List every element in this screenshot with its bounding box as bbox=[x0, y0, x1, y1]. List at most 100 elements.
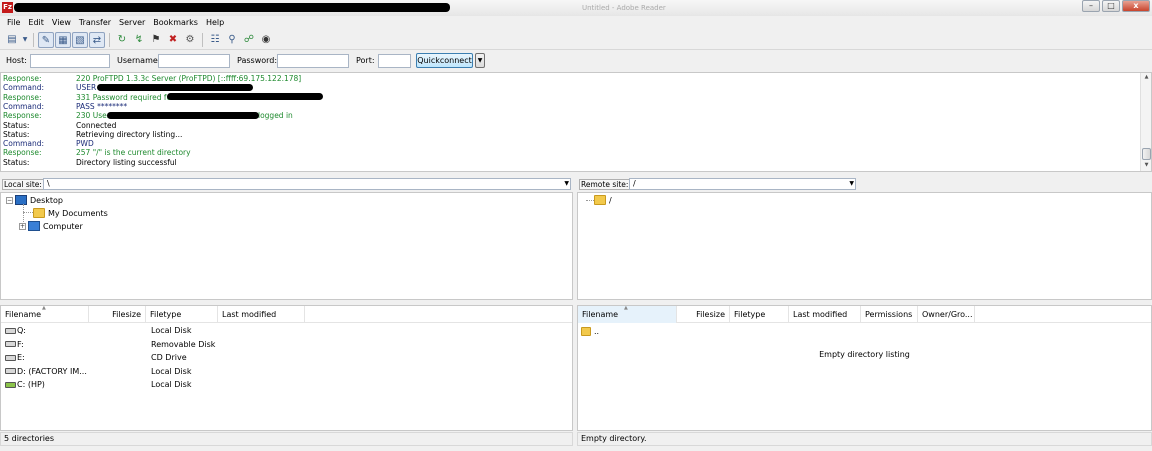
host-label: Host: bbox=[6, 56, 27, 65]
local-site-bar: Local site: \ ▼ bbox=[0, 176, 573, 192]
menu-transfer[interactable]: Transfer bbox=[75, 16, 115, 30]
tree-node-label: Computer bbox=[43, 221, 83, 231]
column-owner-group[interactable]: Owner/Gro... bbox=[918, 306, 975, 323]
collapse-icon[interactable]: − bbox=[6, 196, 13, 204]
remote-path-select[interactable]: / ▼ bbox=[629, 178, 856, 190]
remote-status-bar: Empty directory. bbox=[577, 432, 1152, 446]
username-input[interactable] bbox=[158, 54, 230, 68]
file-type: Local Disk bbox=[151, 326, 192, 335]
column-filetype[interactable]: Filetype bbox=[730, 306, 789, 323]
folder-icon bbox=[594, 195, 606, 205]
refresh-icon[interactable]: ↻ bbox=[114, 32, 130, 48]
menu-server[interactable]: Server bbox=[115, 16, 149, 30]
local-path-select[interactable]: \ ▼ bbox=[43, 178, 571, 190]
menu-file[interactable]: File bbox=[3, 16, 24, 30]
filter-icon[interactable]: ☷ bbox=[207, 32, 223, 48]
password-label: Password: bbox=[237, 56, 278, 65]
column-permissions[interactable]: Permissions bbox=[861, 306, 918, 323]
reconnect-icon[interactable]: ⚙ bbox=[182, 32, 198, 48]
menu-edit[interactable]: Edit bbox=[24, 16, 48, 30]
file-name: C: (HP) bbox=[17, 380, 45, 389]
log-scrollbar[interactable]: ▲ ▼ bbox=[1140, 73, 1151, 171]
log-text: 331 Password required for bbox=[76, 92, 175, 102]
file-row[interactable]: Q: Local Disk bbox=[1, 324, 572, 338]
maximize-button[interactable]: □ bbox=[1102, 0, 1120, 12]
redacted-username bbox=[167, 93, 323, 100]
port-label: Port: bbox=[356, 56, 375, 65]
file-row[interactable]: E: CD Drive bbox=[1, 351, 572, 365]
password-input[interactable] bbox=[277, 54, 349, 68]
quickconnect-history-dropdown[interactable]: ▼ bbox=[475, 53, 485, 68]
toggle-remote-tree-icon[interactable]: ▧ bbox=[72, 31, 88, 48]
process-queue-icon[interactable]: ↯ bbox=[131, 32, 147, 48]
column-last-modified[interactable]: Last modified bbox=[789, 306, 861, 323]
close-button[interactable]: x bbox=[1122, 0, 1150, 12]
menu-view[interactable]: View bbox=[48, 16, 75, 30]
expand-icon[interactable]: + bbox=[19, 222, 26, 230]
dropdown-icon[interactable]: ▼ bbox=[21, 32, 29, 48]
log-type: Status: bbox=[3, 129, 30, 139]
chevron-down-icon[interactable]: ▼ bbox=[564, 179, 569, 189]
log-text: Retrieving directory listing... bbox=[76, 129, 183, 139]
toggle-queue-icon[interactable]: ⇄ bbox=[89, 31, 105, 48]
menu-bookmarks[interactable]: Bookmarks bbox=[149, 16, 202, 30]
remote-file-list: Filename ▲ Filesize Filetype Last modifi… bbox=[577, 305, 1152, 431]
scroll-down-icon[interactable]: ▼ bbox=[1142, 161, 1151, 170]
host-input[interactable] bbox=[30, 54, 110, 68]
filezilla-window: Fz Untitled - Adobe Reader – □ x File Ed… bbox=[0, 0, 1152, 451]
file-row[interactable]: F: Removable Disk bbox=[1, 338, 572, 352]
local-site-label: Local site: bbox=[2, 179, 44, 190]
redacted-title bbox=[14, 3, 450, 12]
scrollbar-thumb[interactable] bbox=[1142, 148, 1151, 160]
tree-node-desktop[interactable]: − Desktop bbox=[6, 194, 63, 206]
tree-node-computer[interactable]: + Computer bbox=[19, 220, 83, 232]
title-bar: Fz Untitled - Adobe Reader – □ x bbox=[0, 0, 1152, 16]
quickconnect-bar: Host: Username: Password: Port: Quickcon… bbox=[0, 51, 1152, 71]
redacted-username bbox=[97, 84, 253, 91]
log-text: PWD bbox=[76, 139, 94, 149]
log-type: Response: bbox=[3, 148, 42, 158]
toggle-local-tree-icon[interactable]: ▦ bbox=[55, 31, 71, 48]
tree-node-root[interactable]: / bbox=[594, 194, 612, 206]
file-type: Local Disk bbox=[151, 366, 192, 376]
local-file-list-header: Filename ▲ Filesize Filetype Last modifi… bbox=[1, 306, 572, 323]
minimize-button[interactable]: – bbox=[1082, 0, 1100, 12]
disconnect-icon[interactable]: ✖ bbox=[165, 32, 181, 48]
column-filetype[interactable]: Filetype bbox=[146, 306, 218, 323]
search-icon[interactable]: ◉ bbox=[258, 32, 274, 48]
column-filesize[interactable]: Filesize bbox=[89, 306, 146, 323]
tree-node-my-documents[interactable]: My Documents bbox=[33, 207, 108, 219]
column-filesize[interactable]: Filesize bbox=[677, 306, 730, 323]
folder-icon bbox=[581, 327, 591, 336]
toolbar-separator bbox=[33, 32, 34, 47]
column-last-modified[interactable]: Last modified bbox=[218, 306, 305, 323]
log-text: 230 User bbox=[76, 111, 110, 121]
chevron-down-icon[interactable]: ▼ bbox=[849, 179, 854, 189]
file-name: F: bbox=[17, 339, 24, 349]
local-status-bar: 5 directories bbox=[0, 432, 573, 446]
menu-help[interactable]: Help bbox=[202, 16, 228, 30]
local-path-value: \ bbox=[47, 179, 50, 188]
file-type: CD Drive bbox=[151, 353, 187, 362]
file-type: Local Disk bbox=[151, 380, 192, 389]
file-row[interactable]: C: (HP) Local Disk bbox=[1, 378, 572, 392]
file-name: D: (FACTORY IM... bbox=[17, 366, 87, 376]
sync-browse-icon[interactable]: ☍ bbox=[241, 32, 257, 48]
remote-directory-tree: / bbox=[577, 192, 1152, 300]
file-row[interactable]: .. bbox=[578, 325, 1151, 339]
compare-icon[interactable]: ⚲ bbox=[224, 32, 240, 48]
toggle-log-icon[interactable]: ✎ bbox=[38, 31, 54, 48]
cancel-icon[interactable]: ⚑ bbox=[148, 32, 164, 48]
tree-connector bbox=[23, 212, 33, 213]
quickconnect-button[interactable]: Quickconnect bbox=[416, 53, 473, 68]
log-text: PASS ******** bbox=[76, 101, 128, 111]
site-manager-icon[interactable]: ▤ bbox=[4, 32, 20, 48]
tree-connector bbox=[586, 200, 594, 201]
local-file-list: Filename ▲ Filesize Filetype Last modifi… bbox=[0, 305, 573, 431]
file-row[interactable]: D: (FACTORY IM... Local Disk bbox=[1, 365, 572, 379]
port-input[interactable] bbox=[378, 54, 411, 68]
window-controls: – □ x bbox=[1082, 0, 1150, 14]
remote-path-value: / bbox=[633, 179, 636, 188]
scroll-up-icon[interactable]: ▲ bbox=[1142, 73, 1151, 82]
computer-icon bbox=[28, 221, 40, 231]
